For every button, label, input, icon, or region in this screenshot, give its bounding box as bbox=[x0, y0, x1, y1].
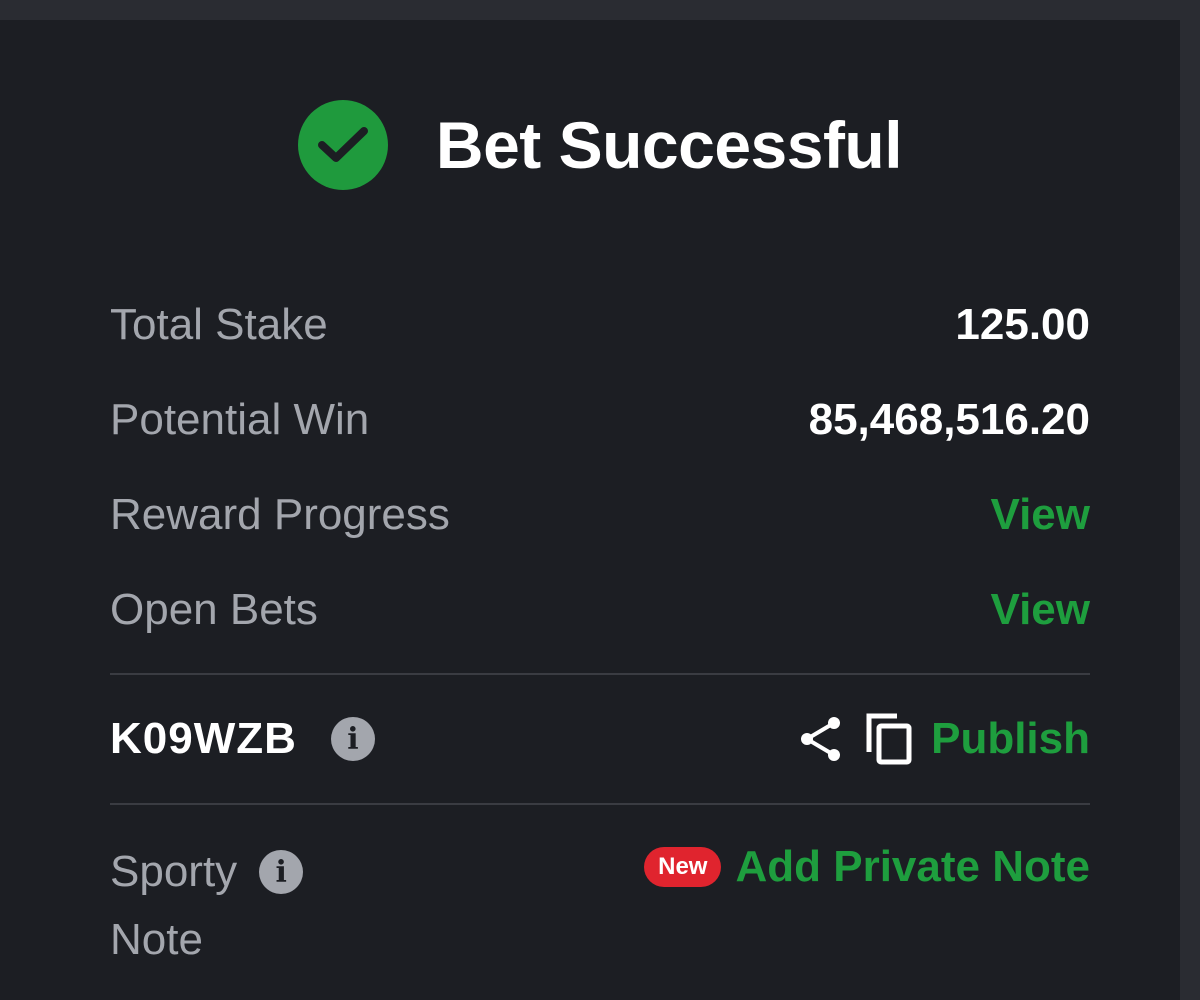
copy-icon[interactable] bbox=[865, 712, 913, 766]
check-circle-icon bbox=[297, 100, 388, 190]
potential-win-row: Potential Win 85,468,516.20 bbox=[110, 395, 1090, 445]
open-bets-label: Open Bets bbox=[110, 585, 318, 634]
reward-progress-row: Reward Progress View bbox=[110, 490, 1090, 540]
top-bar bbox=[0, 0, 1200, 20]
share-icon[interactable] bbox=[799, 715, 843, 763]
potential-win-label: Potential Win bbox=[110, 395, 370, 444]
booking-code: K09WZB bbox=[110, 714, 297, 763]
total-stake-value: 125.00 bbox=[955, 300, 1090, 349]
page-title: Bet Successful bbox=[435, 108, 903, 182]
open-bets-row: Open Bets View bbox=[110, 585, 1090, 635]
publish-button[interactable]: Publish bbox=[931, 714, 1090, 764]
total-stake-row: Total Stake 125.00 bbox=[110, 300, 1090, 350]
new-badge: New bbox=[644, 847, 722, 887]
sporty-note-row: Sporty i Note New Add Private Note bbox=[110, 838, 1090, 974]
open-bets-view-link[interactable]: View bbox=[991, 585, 1090, 635]
reward-progress-label: Reward Progress bbox=[110, 490, 450, 539]
sporty-note-label: Sporty i Note bbox=[110, 838, 304, 974]
potential-win-value: 85,468,516.20 bbox=[808, 395, 1090, 444]
divider bbox=[110, 673, 1090, 675]
add-private-note-button[interactable]: Add Private Note bbox=[735, 842, 1090, 892]
reward-progress-view-link[interactable]: View bbox=[991, 490, 1090, 540]
sporty-note-label-line1: Sporty bbox=[110, 847, 238, 896]
info-icon[interactable]: i bbox=[330, 717, 375, 761]
divider bbox=[110, 803, 1090, 805]
total-stake-label: Total Stake bbox=[110, 300, 328, 349]
info-icon[interactable]: i bbox=[259, 850, 304, 894]
sporty-note-label-line2: Note bbox=[110, 915, 203, 964]
booking-code-row: K09WZB i Publish bbox=[110, 712, 1090, 766]
success-header: Bet Successful bbox=[0, 100, 1200, 190]
